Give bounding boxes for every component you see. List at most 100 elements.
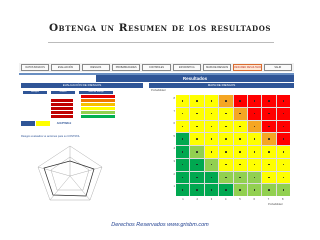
risks-column: Riesgos <box>23 91 47 118</box>
toolbar-tab[interactable]: MAPA DE RIESGOS <box>202 64 232 71</box>
toolbar-tab[interactable]: EVALUACIÓN <box>51 64 80 71</box>
risk-cell-marker <box>210 100 213 102</box>
risk-cell-marker <box>268 189 270 191</box>
risk-cell <box>233 95 247 107</box>
risk-cell <box>176 107 190 120</box>
risk-cell <box>219 171 233 184</box>
value-bar <box>51 111 73 114</box>
x-tick-label: 5 <box>239 198 241 201</box>
risk-cell <box>219 95 233 107</box>
risk-cell-marker <box>268 138 270 140</box>
risk-cell-marker <box>181 163 184 166</box>
y-tick-label: 8 <box>173 97 175 100</box>
risk-cell-marker <box>181 151 184 153</box>
y-tick-label: 3 <box>173 160 175 163</box>
risk-cell-marker <box>225 125 227 128</box>
risk-cell <box>176 184 190 196</box>
risk-cell <box>262 133 276 145</box>
toolbar-tab[interactable]: ESTADISTICA <box>172 64 201 71</box>
risk-cell <box>262 95 276 107</box>
y-tick-label: 7 <box>173 109 175 113</box>
risk-cell <box>276 146 290 158</box>
risk-cell <box>247 95 262 107</box>
risk-cell <box>276 171 290 184</box>
risk-heat-matrix <box>176 95 290 196</box>
y-tick-label: 2 <box>173 172 175 176</box>
values-bars <box>51 99 75 118</box>
toolbar-tab[interactable]: SALIR <box>263 64 292 71</box>
risk-cell-marker <box>253 125 256 128</box>
risk-cell <box>262 120 276 133</box>
risk-cell <box>190 171 204 184</box>
y-tick-label: 4 <box>173 147 175 151</box>
risks-header: Riesgos <box>23 91 47 94</box>
risk-cell-marker <box>210 151 213 153</box>
slide-title: Obtenga un Resumen de los resultados <box>48 22 272 34</box>
risk-cell-marker <box>210 125 213 128</box>
risk-cell-marker <box>268 100 270 102</box>
risk-cell-marker <box>239 100 241 102</box>
risk-cell-marker <box>253 189 256 191</box>
value-bar <box>51 99 73 102</box>
risk-cell <box>276 133 290 145</box>
risk-cell <box>247 120 262 133</box>
values-column: Valores <box>51 91 75 118</box>
risk-cell <box>233 184 247 196</box>
risk-cell-marker <box>196 151 198 153</box>
risk-cell <box>247 158 262 171</box>
risk-cell-marker <box>196 125 198 128</box>
risk-cell-marker <box>282 138 285 140</box>
risk-cell <box>219 107 233 120</box>
risk-cell <box>276 120 290 133</box>
x-tick-label: 1 <box>182 198 184 201</box>
risk-cell-marker <box>196 189 198 191</box>
x-tick-label: 8 <box>282 198 284 201</box>
risk-cell <box>233 171 247 184</box>
risk-cell <box>176 133 190 145</box>
risk-cell-marker <box>253 100 256 102</box>
level-header: Nivel de Riesgo <box>79 91 113 94</box>
risk-cell-marker <box>181 125 184 128</box>
risk-cell-marker <box>239 151 241 153</box>
risk-cell-marker <box>181 112 184 115</box>
toolbar-tab[interactable]: CONTROLES <box>142 64 171 71</box>
risk-cell <box>262 146 276 158</box>
toolbar-tab[interactable]: RESUMEN RESULTADOS <box>233 64 262 71</box>
risk-cell-marker <box>268 125 270 128</box>
risk-cell <box>204 146 219 158</box>
values-header: Valores <box>51 91 75 94</box>
x-tick-label: 6 <box>253 198 255 201</box>
risk-map-x-label: Probabilidad <box>268 203 283 206</box>
risk-cell-marker <box>282 125 285 128</box>
risk-cell-marker <box>225 151 227 153</box>
risk-cell-marker <box>239 138 241 140</box>
risk-cell <box>262 158 276 171</box>
risk-cell <box>204 120 219 133</box>
risk-cell <box>190 107 204 120</box>
title-divider <box>48 42 274 43</box>
risk-cell <box>176 158 190 171</box>
risk-cell-marker <box>282 176 285 179</box>
risk-cell <box>233 107 247 120</box>
evaluation-tables: Riesgos Valores Nivel de Riesgo <box>21 88 143 118</box>
toolbar-tab[interactable]: PROBABILIDADES <box>111 64 141 71</box>
risk-cell-marker <box>196 176 198 179</box>
toolbar-tab[interactable]: RIESGOS <box>81 64 110 71</box>
x-tick-label: 4 <box>225 198 227 201</box>
risk-cell <box>190 146 204 158</box>
value-bar <box>51 115 73 118</box>
risk-cell-marker <box>196 138 198 140</box>
risk-cell-marker <box>268 112 270 115</box>
risk-cell <box>176 95 190 107</box>
risk-cell <box>204 158 219 171</box>
risk-cell-marker <box>225 100 227 102</box>
toolbar-tab[interactable]: DATOS BASICOS <box>21 64 50 71</box>
risk-cell-marker <box>181 176 184 179</box>
risk-cell <box>219 133 233 145</box>
value-bar <box>51 103 73 106</box>
risk-cell <box>190 95 204 107</box>
risk-cell-marker <box>239 112 241 115</box>
radar-chart <box>37 145 103 201</box>
status-chip-yellow <box>36 121 50 126</box>
risk-cell <box>204 107 219 120</box>
